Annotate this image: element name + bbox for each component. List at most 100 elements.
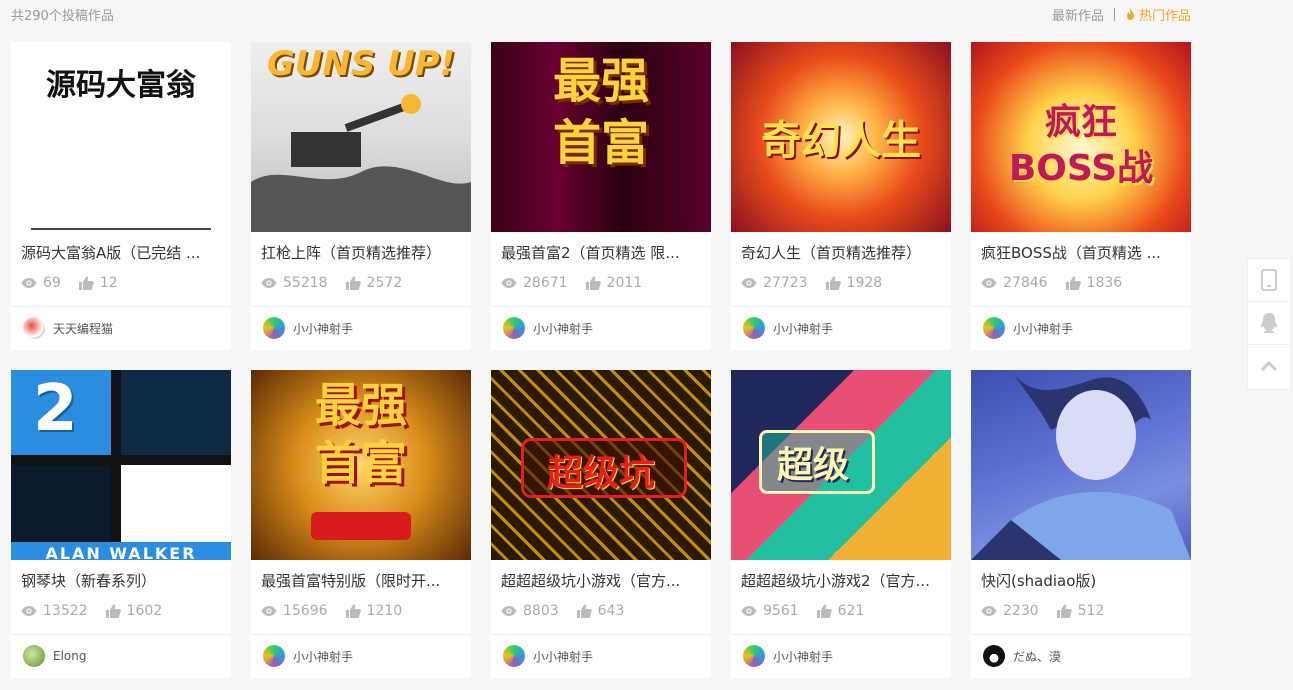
work-thumbnail[interactable]: 2 ALAN WALKER <box>11 370 231 560</box>
work-stats: 15696 1210 <box>261 603 402 619</box>
avatar[interactable] <box>23 645 45 667</box>
author-name[interactable]: 天天编程猫 <box>53 320 113 337</box>
avatar[interactable] <box>983 317 1005 339</box>
like-count: 643 <box>597 603 625 619</box>
like-count: 1836 <box>1086 275 1123 291</box>
avatar[interactable] <box>503 317 525 339</box>
card-divider <box>251 634 471 635</box>
work-thumbnail[interactable]: 最强首富 <box>251 370 471 560</box>
thumbs-up-icon <box>1065 276 1081 290</box>
eye-icon <box>741 278 757 288</box>
work-thumbnail[interactable]: 疯狂BOSS战 <box>971 42 1191 232</box>
work-title[interactable]: 扛枪上阵（首页精选推荐） <box>261 242 461 263</box>
author-info[interactable]: 小小神射手 <box>743 645 833 667</box>
work-card[interactable]: 超级 超超超级坑小游戏2（官方... 9561 621 小小神射手 <box>731 370 951 678</box>
work-title[interactable]: 最强首富特别版（限时开... <box>261 570 461 591</box>
author-info[interactable]: 小小神射手 <box>743 317 833 339</box>
work-title[interactable]: 超超超级坑小游戏（官方... <box>501 570 701 591</box>
author-info[interactable]: Elong <box>23 645 86 667</box>
avatar[interactable] <box>983 645 1005 667</box>
eye-icon <box>261 278 277 288</box>
view-count: 69 <box>43 275 61 291</box>
back-to-top-button[interactable] <box>1248 345 1290 387</box>
eye-icon <box>21 278 37 288</box>
view-count: 28671 <box>523 275 568 291</box>
thumbnail-footer: ALAN WALKER <box>11 542 231 560</box>
view-count: 9561 <box>763 603 799 619</box>
avatar[interactable] <box>263 317 285 339</box>
like-count: 2011 <box>606 275 643 291</box>
author-info[interactable]: 小小神射手 <box>503 645 593 667</box>
work-title[interactable]: 疯狂BOSS战（首页精选 ... <box>981 242 1181 263</box>
avatar[interactable] <box>743 645 765 667</box>
work-thumbnail[interactable]: 超级坑 <box>491 370 711 560</box>
anime-portrait-illustration <box>971 370 1191 560</box>
author-name[interactable]: 小小神射手 <box>533 320 593 337</box>
work-card[interactable]: 疯狂BOSS战 疯狂BOSS战（首页精选 ... 27846 1836 小小神射… <box>971 42 1191 350</box>
view-count: 15696 <box>283 603 328 619</box>
author-name[interactable]: 小小神射手 <box>1013 320 1073 337</box>
avatar[interactable] <box>23 317 45 339</box>
work-thumbnail[interactable]: 超级 <box>731 370 951 560</box>
thumbs-up-icon <box>576 604 592 618</box>
work-stats: 8803 643 <box>501 603 624 619</box>
work-thumbnail[interactable]: 最强首富 <box>491 42 711 232</box>
work-thumbnail[interactable]: 源码大富翁 <box>11 42 231 232</box>
thumbnail-caption: 源码大富翁 <box>46 68 196 103</box>
author-info[interactable]: 小小神射手 <box>983 317 1073 339</box>
like-count: 1210 <box>366 603 403 619</box>
thumbs-up-icon <box>78 276 94 290</box>
author-name[interactable]: 小小神射手 <box>773 320 833 337</box>
work-card[interactable]: 快闪(shadiao版) 2230 512 だぬ、漠 <box>971 370 1191 678</box>
work-title[interactable]: 超超超级坑小游戏2（官方... <box>741 570 941 591</box>
work-title[interactable]: 奇幻人生（首页精选推荐） <box>741 242 941 263</box>
thumbs-up-icon <box>105 604 121 618</box>
work-thumbnail[interactable]: GUNS UP! <box>251 42 471 232</box>
work-title[interactable]: 快闪(shadiao版) <box>981 570 1181 591</box>
thumbnail-caption: 最强首富 <box>552 53 649 171</box>
work-thumbnail[interactable]: 奇幻人生 <box>731 42 951 232</box>
work-title[interactable]: 钢琴块（新春系列） <box>21 570 221 591</box>
author-info[interactable]: 小小神射手 <box>263 645 353 667</box>
work-card[interactable]: 超级坑 超超超级坑小游戏（官方... 8803 643 小小神射手 <box>491 370 711 678</box>
mobile-app-button[interactable] <box>1248 259 1290 302</box>
author-info[interactable]: 小小神射手 <box>263 317 353 339</box>
sort-latest-tab[interactable]: 最新作品 <box>1052 5 1104 24</box>
work-stats: 2230 512 <box>981 603 1104 619</box>
author-name[interactable]: だぬ、漠 <box>1013 648 1061 665</box>
thumbs-up-icon <box>345 604 361 618</box>
author-name[interactable]: 小小神射手 <box>293 648 353 665</box>
author-info[interactable]: だぬ、漠 <box>983 645 1061 667</box>
work-title[interactable]: 最强首富2（首页精选 限... <box>501 242 701 263</box>
author-info[interactable]: 天天编程猫 <box>23 317 113 339</box>
card-divider <box>491 306 711 307</box>
author-name[interactable]: 小小神射手 <box>293 320 353 337</box>
work-card[interactable]: 最强首富 最强首富2（首页精选 限... 28671 2011 小小神射手 <box>491 42 711 350</box>
like-count: 512 <box>1077 603 1105 619</box>
work-card[interactable]: 最强首富 最强首富特别版（限时开... 15696 1210 小小神射手 <box>251 370 471 678</box>
thumbs-up-icon <box>825 276 841 290</box>
eye-icon <box>21 606 37 616</box>
author-name[interactable]: 小小神射手 <box>773 648 833 665</box>
card-divider <box>491 634 711 635</box>
author-name[interactable]: Elong <box>53 649 86 663</box>
avatar[interactable] <box>743 317 765 339</box>
work-card[interactable]: 2 ALAN WALKER 钢琴块（新春系列） 13522 1602 Elong <box>11 370 231 678</box>
work-card[interactable]: GUNS UP! 扛枪上阵（首页精选推荐） 55218 2572 小小神射手 <box>251 42 471 350</box>
avatar[interactable] <box>503 645 525 667</box>
avatar[interactable] <box>263 645 285 667</box>
work-thumbnail[interactable] <box>971 370 1191 560</box>
qq-button[interactable] <box>1248 302 1290 345</box>
work-card[interactable]: 奇幻人生 奇幻人生（首页精选推荐） 27723 1928 小小神射手 <box>731 42 951 350</box>
work-card[interactable]: 源码大富翁 源码大富翁A版（已完结 ... 69 12 天天编程猫 <box>11 42 231 350</box>
author-info[interactable]: 小小神射手 <box>503 317 593 339</box>
view-count: 27846 <box>1003 275 1048 291</box>
sort-tabs: 最新作品 热门作品 <box>1052 5 1191 24</box>
like-count: 621 <box>837 603 865 619</box>
work-title[interactable]: 源码大富翁A版（已完结 ... <box>21 242 221 263</box>
author-name[interactable]: 小小神射手 <box>533 648 593 665</box>
thumbnail-badge: 2 <box>33 372 78 446</box>
sort-hot-tab[interactable]: 热门作品 <box>1125 5 1191 24</box>
view-count: 2230 <box>1003 603 1039 619</box>
card-divider <box>731 634 951 635</box>
